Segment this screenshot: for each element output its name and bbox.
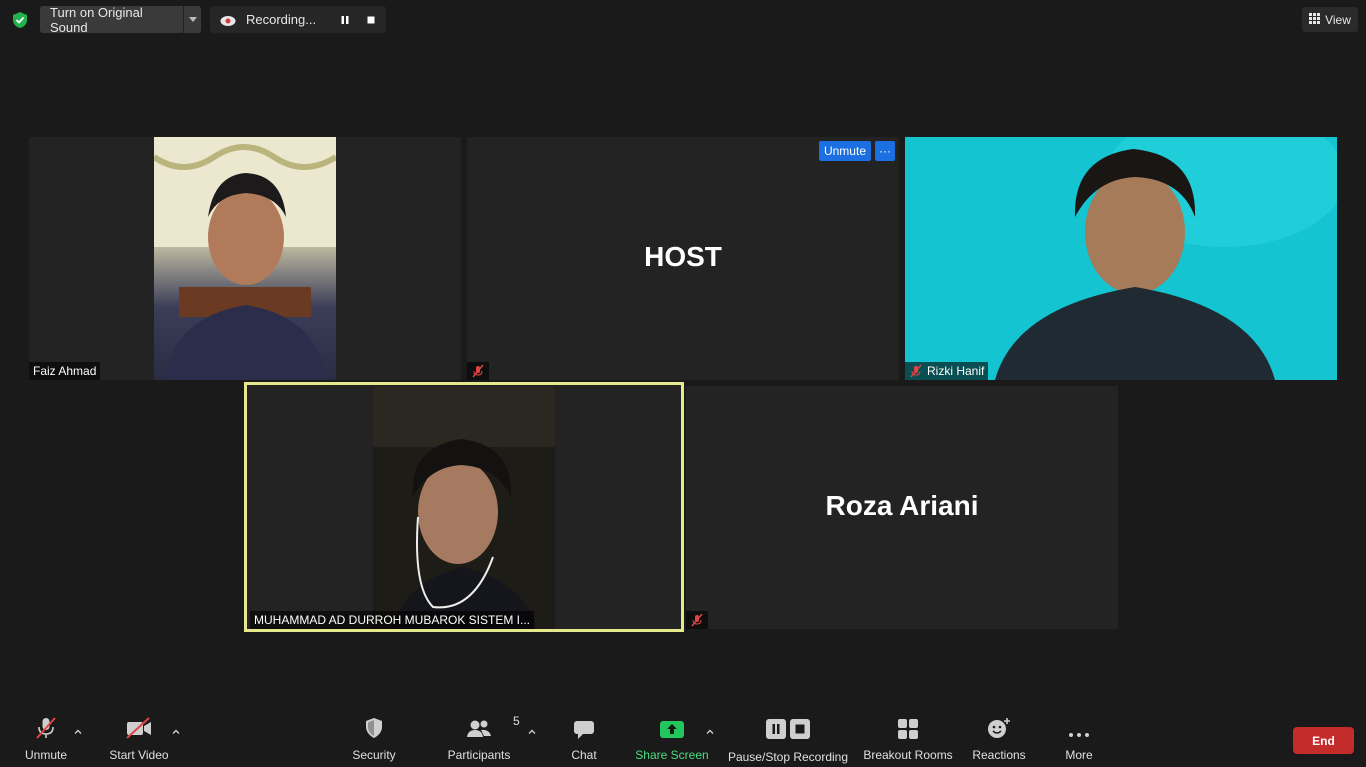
breakout-rooms-icon [897, 708, 919, 740]
view-button[interactable]: View [1302, 7, 1358, 32]
muted-mic-icon [471, 364, 485, 378]
participant-tile-host[interactable]: HOST Unmute ··· [467, 137, 899, 380]
participant-name-tag: Faiz Ahmad [29, 362, 101, 380]
share-screen-label: Share Screen [635, 748, 709, 762]
pause-recording-button[interactable] [334, 9, 356, 31]
recording-label: Recording... [246, 12, 317, 27]
participants-count: 5 [513, 714, 520, 728]
security-label: Security [352, 748, 396, 762]
pause-stop-recording-label: Pause/Stop Recording [727, 750, 849, 764]
more-dots-icon [1067, 708, 1091, 740]
unmute-button[interactable]: Unmute [18, 708, 74, 767]
original-sound-dropdown[interactable]: Turn on Original Sound [40, 5, 201, 35]
chat-bubble-icon [572, 708, 596, 740]
participants-options-chevron-icon[interactable] [527, 724, 537, 734]
participant-name-tag: MUHAMMAD AD DURROH MUBAROK SISTEM I... [250, 611, 535, 629]
stop-recording-button[interactable] [360, 9, 382, 31]
video-options-chevron-icon[interactable] [171, 724, 181, 734]
unmute-label: Unmute [24, 748, 68, 762]
participant-name-display: Roza Ariani [825, 490, 979, 521]
share-screen-icon [659, 708, 685, 740]
participant-video [373, 387, 555, 629]
meeting-toolbar: Unmute Start Video Security 5 Participan… [0, 708, 1366, 767]
participant-name-tag: Rizki Hanif [905, 362, 989, 380]
chevron-down-icon[interactable] [183, 6, 201, 33]
more-label: More [1065, 748, 1093, 762]
participant-name-tag [467, 362, 489, 380]
participant-video [152, 137, 338, 380]
security-shield-icon [363, 708, 385, 740]
muted-microphone-icon [34, 708, 58, 740]
end-meeting-button[interactable]: End [1293, 727, 1354, 754]
participant-name: Faiz Ahmad [33, 364, 97, 378]
participants-label: Participants [447, 748, 511, 762]
participant-name-display: HOST [644, 241, 722, 272]
chat-label: Chat [571, 748, 597, 762]
start-video-button[interactable]: Start Video [104, 708, 174, 767]
cloud-recording-icon [220, 12, 236, 28]
reactions-button[interactable]: Reactions [970, 708, 1028, 767]
participant-more-options-button[interactable]: ··· [875, 141, 895, 161]
video-off-icon [125, 708, 153, 740]
muted-mic-icon [909, 364, 923, 378]
reactions-smiley-icon [986, 708, 1012, 740]
breakout-rooms-button[interactable]: Breakout Rooms [862, 708, 954, 767]
participant-name: MUHAMMAD AD DURROH MUBAROK SISTEM I... [254, 613, 531, 627]
view-label: View [1325, 12, 1351, 27]
participant-tile-faiz-ahmad[interactable]: Faiz Ahmad [29, 137, 461, 380]
chat-button[interactable]: Chat [562, 708, 606, 767]
share-options-chevron-icon[interactable] [705, 724, 715, 734]
audio-options-chevron-icon[interactable] [73, 724, 83, 734]
original-sound-label[interactable]: Turn on Original Sound [40, 5, 183, 35]
grid-icon [1309, 12, 1321, 27]
participant-tile-roza-ariani[interactable]: Roza Ariani [686, 386, 1118, 629]
encryption-shield-icon[interactable] [10, 10, 30, 30]
ask-to-unmute-button[interactable]: Unmute [818, 141, 871, 161]
participants-icon: 5 [465, 708, 520, 740]
participant-tile-rizki-hanif[interactable]: Rizki Hanif [905, 137, 1337, 380]
reactions-label: Reactions [972, 748, 1026, 762]
more-button[interactable]: More [1058, 708, 1100, 767]
participants-button[interactable]: 5 Participants [445, 708, 520, 767]
security-button[interactable]: Security [346, 708, 402, 767]
pause-stop-recording-icon [765, 708, 811, 740]
participant-name-tag [686, 611, 708, 629]
participant-video [905, 137, 1337, 380]
participant-name: Rizki Hanif [927, 364, 985, 378]
muted-mic-icon [690, 613, 704, 627]
pause-stop-recording-button[interactable]: Pause/Stop Recording [726, 708, 850, 767]
recording-indicator: Recording... [210, 6, 386, 33]
share-screen-button[interactable]: Share Screen [634, 708, 710, 767]
start-video-label: Start Video [109, 748, 169, 762]
breakout-rooms-label: Breakout Rooms [863, 748, 953, 762]
participant-tile-active-speaker[interactable]: MUHAMMAD AD DURROH MUBAROK SISTEM I... [244, 382, 684, 632]
